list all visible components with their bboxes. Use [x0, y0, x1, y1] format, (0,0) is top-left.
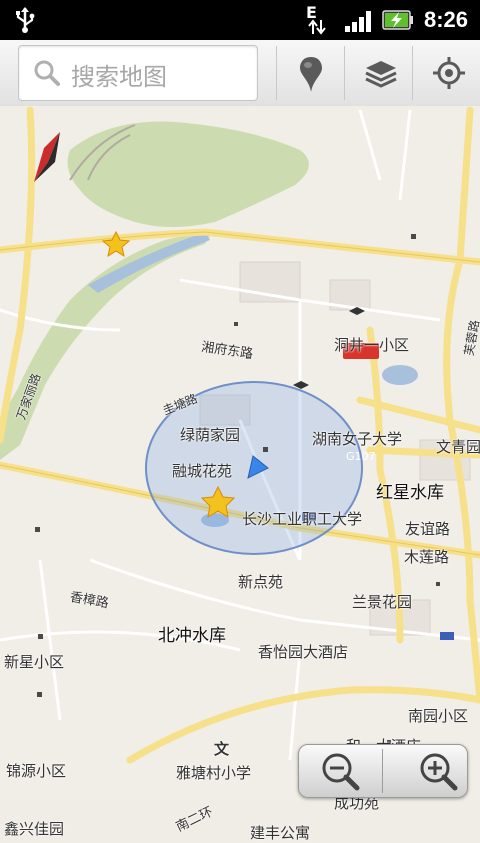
- poi-nanyuan-district: 南园小区: [408, 707, 469, 725]
- search-icon: [34, 60, 60, 86]
- maps-toolbar: 搜索地图: [0, 40, 480, 107]
- zoom-out-icon: [322, 753, 360, 791]
- layers-button[interactable]: [346, 40, 412, 106]
- map-view[interactable]: 湘府东路 万家丽路 圭塘路 香樟路 南二环 芙蓉路 G107 洞井一小区 绿荫家…: [0, 106, 480, 842]
- map-canvas: [0, 106, 480, 800]
- poi-dongjing-district: 洞井一小区: [334, 336, 410, 354]
- highway-shield-g107: G107: [346, 450, 376, 463]
- poi-lvyin-garden: 绿荫家园: [180, 426, 241, 444]
- poi-beichong-reservoir: 北冲水库: [158, 626, 226, 646]
- poi-hunan-women-university: 湖南女子大学: [312, 430, 403, 448]
- usb-icon: [16, 7, 35, 33]
- places-button[interactable]: [278, 40, 344, 106]
- poi-hongxing-reservoir: 红星水库: [376, 483, 444, 503]
- poi-xindian-yuan: 新点苑: [238, 573, 284, 591]
- search-placeholder: 搜索地图: [71, 63, 167, 91]
- data-arrows-icon: [308, 19, 326, 35]
- status-bar: E 8:26: [0, 0, 480, 40]
- battery-charging-icon: [382, 10, 413, 30]
- poi-rongcheng-garden: 融城花苑: [172, 462, 233, 480]
- poi-wen-qingyuan: 文青园: [436, 438, 480, 456]
- road-label-youyi: 友谊路: [405, 520, 451, 538]
- school-symbol: 文: [214, 740, 230, 758]
- road-label-mulian: 木莲路: [404, 548, 450, 566]
- zoom-out-button[interactable]: [299, 745, 383, 797]
- zoom-in-button[interactable]: [383, 745, 467, 797]
- search-box[interactable]: 搜索地图: [18, 45, 258, 101]
- zoom-in-icon: [420, 753, 458, 791]
- clock: 8:26: [424, 7, 469, 32]
- toolbar-divider: [276, 46, 277, 100]
- signal-icon: [345, 11, 371, 32]
- poi-lanjing-garden: 兰景花园: [352, 593, 413, 611]
- zoom-controls: [298, 744, 468, 798]
- poi-changsha-college: 长沙工业职工大学: [242, 510, 363, 528]
- poi-yatang-school: 雅塘村小学: [176, 764, 252, 782]
- toolbar-divider: [412, 46, 413, 100]
- toolbar-divider: [344, 46, 345, 100]
- poi-xiangyi-hotel: 香怡园大酒店: [258, 643, 349, 661]
- road-label-ring2-south: 南二环: [173, 804, 216, 836]
- my-location-button[interactable]: [414, 40, 480, 106]
- poi-xinxing-district: 新星小区: [4, 653, 65, 671]
- poi-jinyuan-district: 锦源小区: [6, 762, 67, 780]
- poi-xinxing-jiayuan: 鑫兴佳园: [4, 820, 65, 838]
- my-location-icon: [433, 57, 465, 89]
- places-pin-icon: [300, 57, 322, 92]
- poi-jianfeng-apartment: 建丰公寓: [250, 824, 311, 842]
- layers-icon: [365, 61, 397, 88]
